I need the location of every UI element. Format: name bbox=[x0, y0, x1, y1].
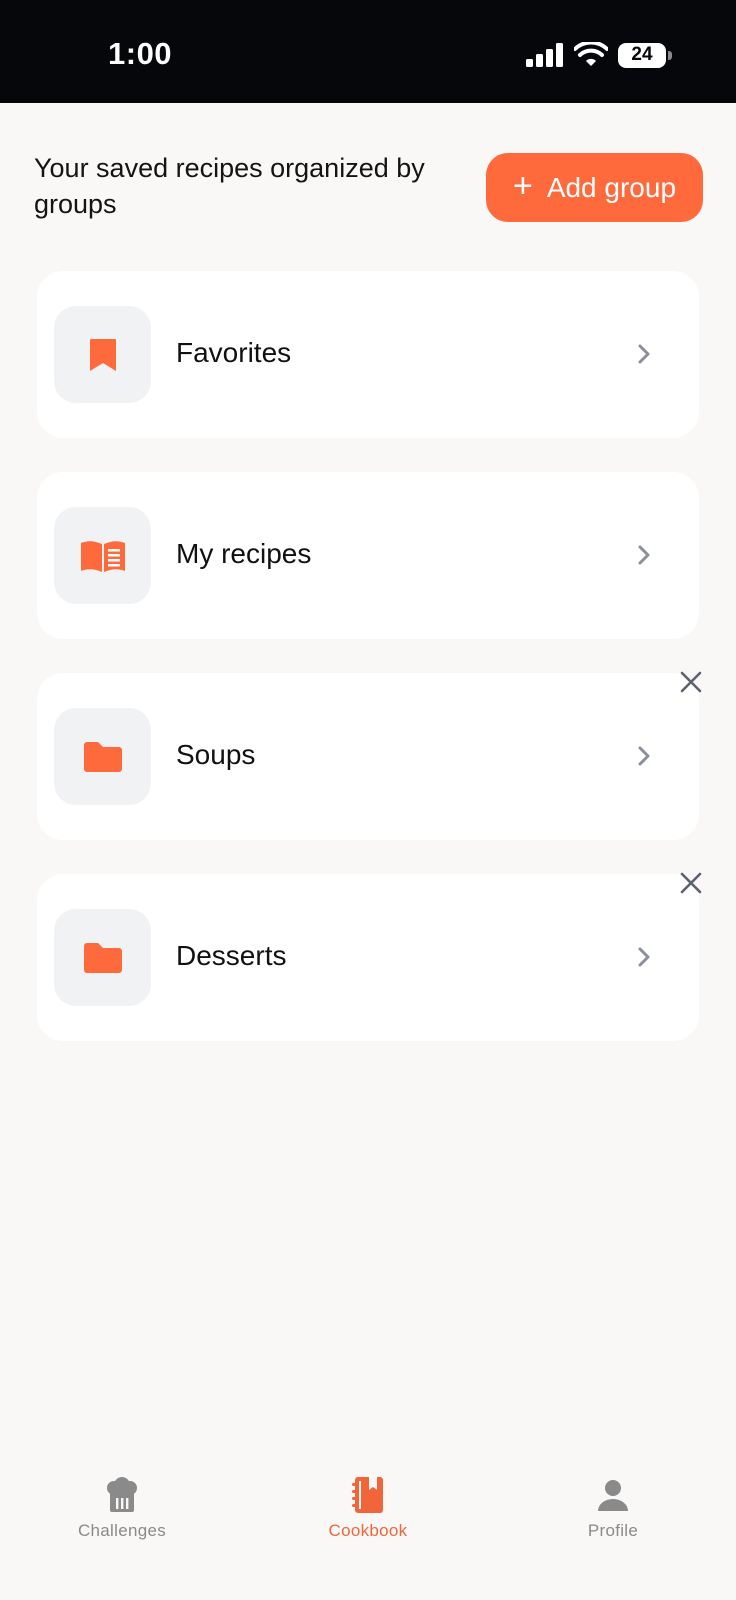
page-description: Your saved recipes organized by groups bbox=[34, 153, 425, 219]
battery-level: 24 bbox=[631, 44, 653, 65]
bottom-tab-bar: Challenges Cookbook Profile bbox=[0, 1455, 736, 1600]
group-label: Soups bbox=[176, 739, 256, 770]
tab-label: Cookbook bbox=[328, 1521, 408, 1540]
plus-icon: + bbox=[512, 166, 533, 205]
tab-profile[interactable]: Profile bbox=[533, 1475, 693, 1541]
chevron-right-icon bbox=[638, 545, 650, 565]
status-icons: 24 bbox=[526, 40, 672, 70]
tab-cookbook[interactable]: Cookbook bbox=[288, 1475, 448, 1541]
group-card-favorites[interactable]: Favorites bbox=[37, 271, 699, 438]
group-card-my-recipes[interactable]: My recipes bbox=[37, 472, 699, 639]
remove-group-soups-icon[interactable] bbox=[678, 669, 704, 695]
cookbook-icon bbox=[348, 1475, 388, 1515]
chef-hat-icon bbox=[102, 1475, 142, 1515]
add-group-button[interactable]: + Add group bbox=[486, 153, 703, 222]
tab-challenges[interactable]: Challenges bbox=[42, 1475, 202, 1541]
icon-tile bbox=[54, 306, 151, 403]
folder-icon bbox=[83, 741, 122, 772]
group-label: Favorites bbox=[176, 337, 292, 368]
group-label: My recipes bbox=[176, 538, 312, 569]
tab-label: Profile bbox=[587, 1521, 639, 1540]
remove-group-desserts-icon[interactable] bbox=[678, 870, 704, 896]
open-book-icon bbox=[80, 540, 125, 572]
group-card-desserts[interactable]: Desserts bbox=[37, 874, 699, 1041]
bookmark-icon bbox=[89, 338, 116, 371]
group-label: Desserts bbox=[176, 940, 287, 971]
chevron-right-icon bbox=[638, 746, 650, 766]
icon-tile bbox=[54, 909, 151, 1006]
folder-icon bbox=[83, 942, 122, 973]
battery-icon: 24 bbox=[618, 42, 672, 68]
group-card-soups[interactable]: Soups bbox=[37, 673, 699, 840]
add-group-label: Add group bbox=[546, 171, 677, 203]
wifi-icon bbox=[574, 42, 608, 66]
status-bar: 1:00 24 bbox=[0, 0, 736, 103]
icon-tile bbox=[54, 708, 151, 805]
icon-tile bbox=[54, 507, 151, 604]
chevron-right-icon bbox=[638, 344, 650, 364]
status-time: 1:00 bbox=[108, 36, 173, 71]
cellular-signal-icon bbox=[526, 43, 563, 67]
tab-label: Challenges bbox=[77, 1521, 167, 1540]
person-icon bbox=[593, 1475, 633, 1515]
chevron-right-icon bbox=[638, 947, 650, 967]
